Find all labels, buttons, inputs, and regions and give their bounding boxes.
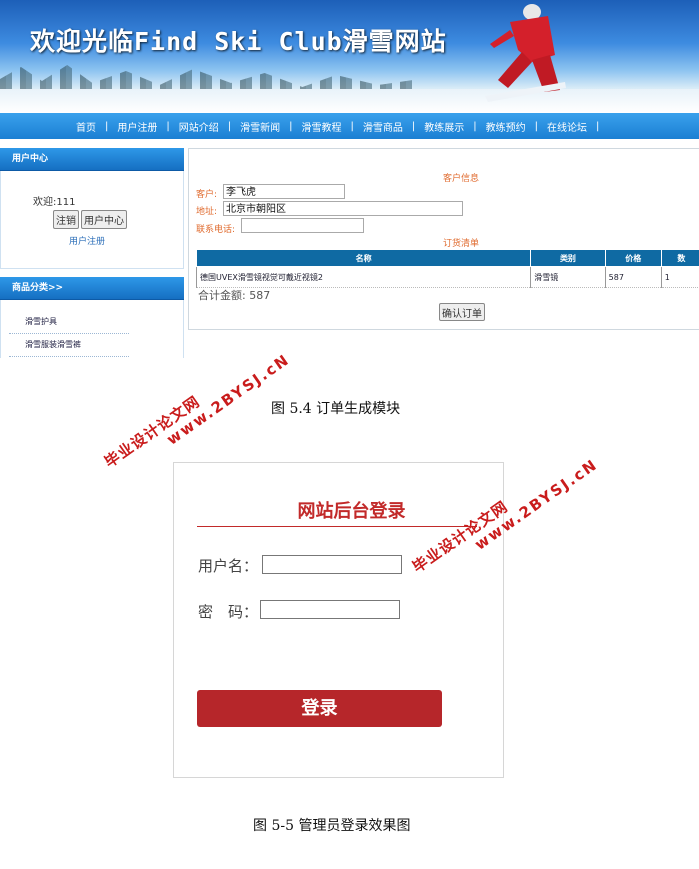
nav-register[interactable]: 用户注册 — [117, 119, 157, 134]
logout-button[interactable]: 注销 — [53, 210, 79, 229]
password-label: 密 码： — [198, 603, 259, 621]
username-label: 用户名： — [198, 557, 259, 575]
nav-tutorials[interactable]: 滑雪教程 — [302, 119, 342, 134]
admin-login-panel: 网站后台登录 用户名： 密 码： 登录 — [173, 462, 504, 778]
banner-title: 欢迎光临Find Ski Club滑雪网站 — [30, 27, 447, 56]
user-box: 欢迎:111 注销 用户中心 用户注册 — [0, 171, 184, 269]
item-price: 587 — [604, 266, 662, 288]
order-table: 名称 类别 价格 数 德国UVEX滑雪镜视觉可戴近视镜2 滑雪镜 587 1 — [195, 249, 699, 288]
nav-coaches[interactable]: 教练展示 — [424, 119, 464, 134]
total-label: 合计金额: — [198, 289, 246, 302]
title-divider — [197, 526, 477, 527]
username-input[interactable] — [262, 555, 402, 574]
item-qty: 1 — [660, 266, 699, 288]
login-button[interactable]: 登录 — [197, 690, 442, 727]
main-nav: 首页 | 用户注册 | 网站介绍 | 滑雪新闻 | 滑雪教程 | 滑雪商品 | 教练展示 | … — [0, 113, 699, 139]
column-price: 价格 — [604, 249, 662, 267]
address-label: 地址: — [196, 207, 218, 217]
user-center-button[interactable]: 用户中心 — [81, 210, 127, 229]
skier-image — [485, 4, 566, 102]
nav-booking[interactable]: 教练预约 — [486, 119, 526, 134]
category-header: 商品分类>> — [0, 277, 184, 300]
order-list-title: 订货清单 — [443, 239, 480, 249]
ski-site-screenshot: 欢迎光临Find Ski Club滑雪网站 首页 | 用户注册 | 网站介绍 | 滑雪… — [0, 0, 699, 358]
nav-forum[interactable]: 在线论坛 — [547, 119, 587, 134]
confirm-order-button[interactable]: 确认订单 — [439, 303, 485, 321]
customer-info-title: 客户信息 — [443, 174, 480, 184]
site-banner: 欢迎光临Find Ski Club滑雪网站 — [0, 0, 699, 113]
item-category: 滑雪镜 — [530, 266, 606, 288]
caption-figure-5-4: 图 5.4 订单生成模块 — [271, 401, 401, 417]
column-name: 名称 — [195, 249, 532, 267]
caption-figure-5-5: 图 5-5 管理员登录效果图 — [253, 818, 411, 834]
register-link[interactable]: 用户注册 — [69, 234, 105, 247]
column-qty: 数 — [660, 249, 699, 267]
category-item[interactable]: 滑雪护具 — [9, 314, 129, 334]
customer-field[interactable]: 李飞虎 — [223, 184, 345, 199]
order-panel: 客户信息 客户: 李飞虎 地址: 北京市朝阳区 联系电话: 订货清单 名称 类别… — [188, 148, 699, 330]
category-list: 滑雪护具 滑雪服装滑雪裤 — [0, 300, 184, 358]
login-title: 网站后台登录 — [297, 501, 406, 522]
snow-decoration — [0, 89, 699, 113]
nav-products[interactable]: 滑雪商品 — [363, 119, 403, 134]
nav-about[interactable]: 网站介绍 — [179, 119, 219, 134]
phone-label: 联系电话: — [196, 225, 236, 235]
customer-label: 客户: — [196, 190, 218, 200]
user-center-header: 用户中心 — [0, 148, 184, 171]
category-item[interactable]: 滑雪服装滑雪裤 — [9, 337, 129, 357]
order-total: 合计金额: 587 — [198, 287, 270, 303]
welcome-text: 欢迎:111 — [33, 197, 76, 208]
table-row: 德国UVEX滑雪镜视觉可戴近视镜2 滑雪镜 587 1 — [195, 266, 699, 288]
nav-news[interactable]: 滑雪新闻 — [240, 119, 280, 134]
password-input[interactable] — [260, 600, 400, 619]
address-field[interactable]: 北京市朝阳区 — [223, 201, 463, 216]
item-name: 德国UVEX滑雪镜视觉可戴近视镜2 — [195, 266, 531, 288]
nav-home[interactable]: 首页 — [76, 119, 96, 134]
sidebar: 用户中心 欢迎:111 注销 用户中心 用户注册 商品分类>> 滑雪护具 滑雪服… — [0, 148, 184, 358]
phone-field[interactable] — [241, 218, 364, 233]
column-category: 类别 — [530, 249, 606, 267]
total-value: 587 — [249, 289, 271, 302]
